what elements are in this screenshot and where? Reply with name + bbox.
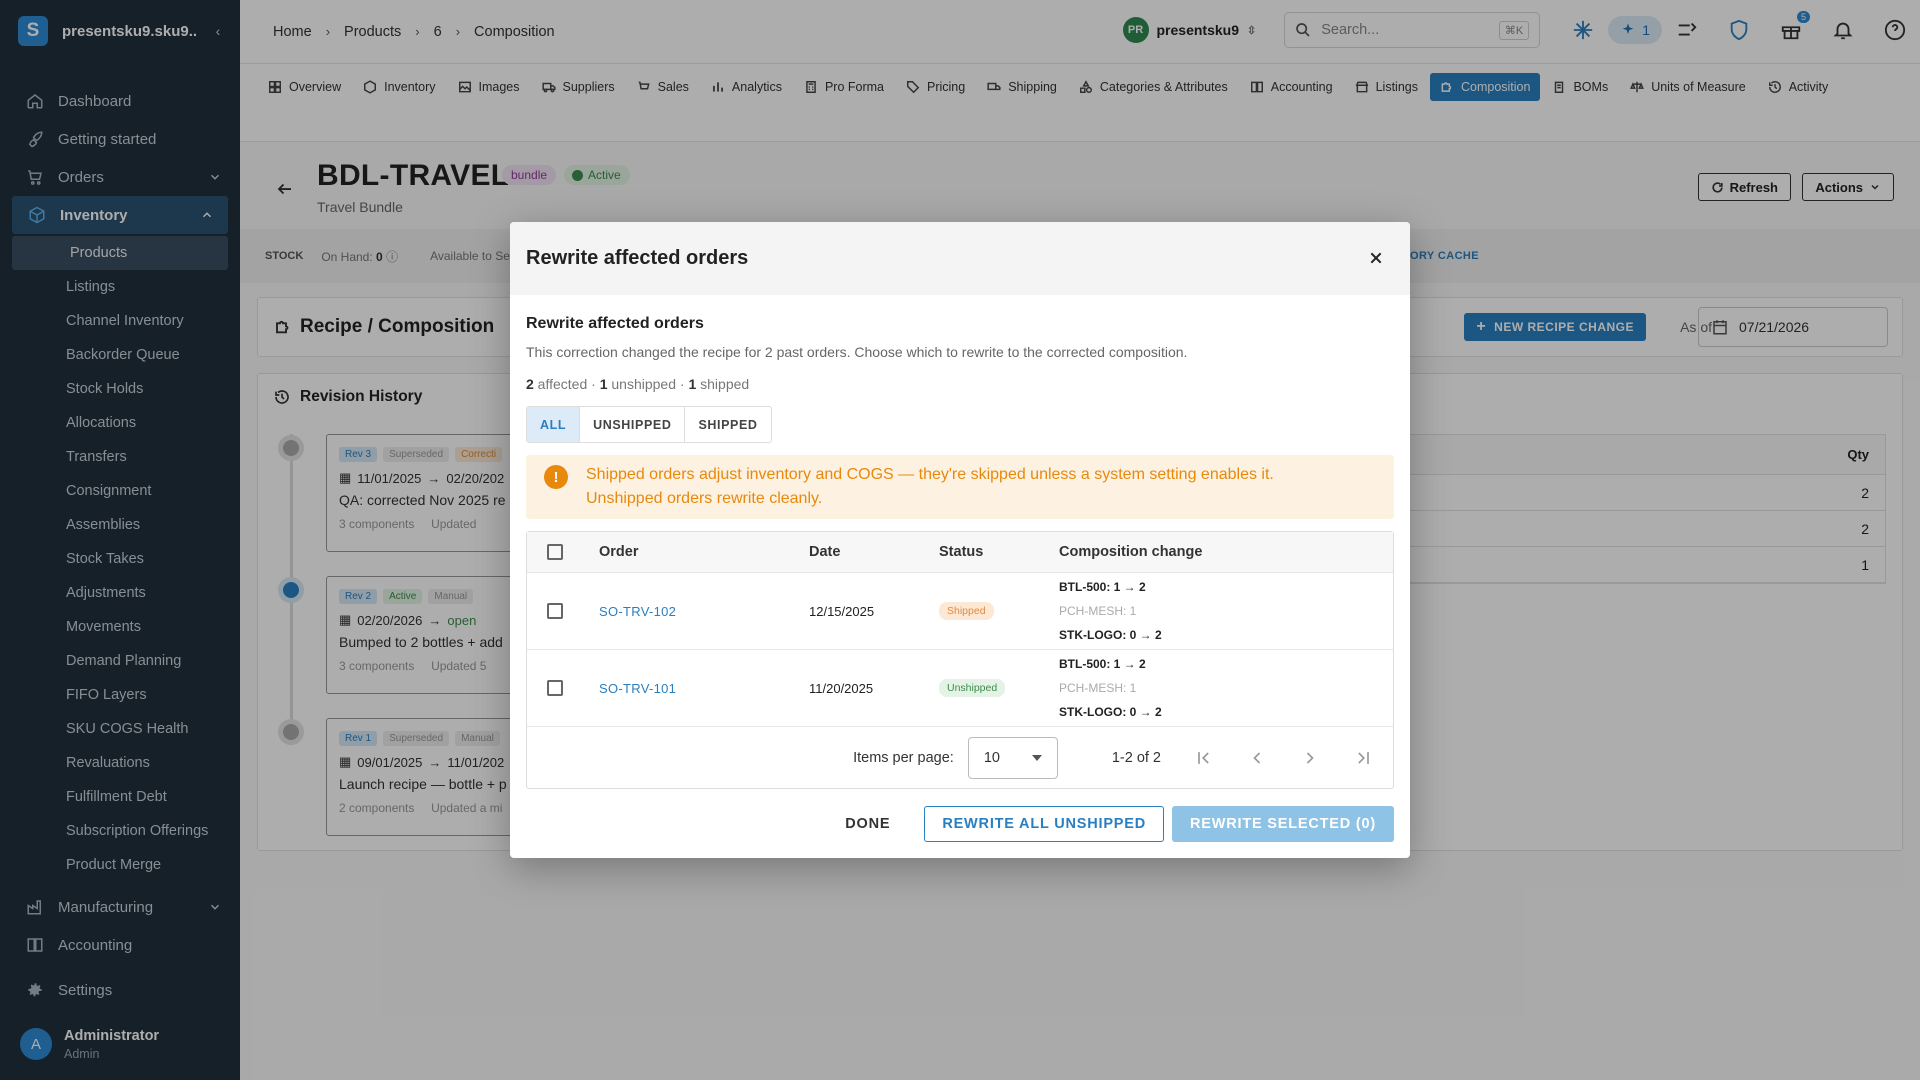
column-header-status[interactable]: Status — [939, 544, 1059, 560]
status-badge: Unshipped — [939, 679, 1006, 697]
filter-unshipped[interactable]: UNSHIPPED — [580, 407, 686, 442]
paginator: Items per page: 10 1-2 of 2 — [527, 727, 1393, 788]
order-date: 12/15/2025 — [809, 603, 875, 619]
dropdown-caret-icon — [1031, 754, 1042, 761]
filter-shipped[interactable]: SHIPPED — [685, 407, 770, 442]
dialog-title: Rewrite affected orders — [526, 247, 749, 269]
table-header: Order Date Status Composition change — [527, 532, 1393, 573]
order-date: 11/20/2025 — [809, 680, 874, 696]
composition-change-line: PCH-MESH: 1 — [1059, 604, 1137, 618]
composition-change-line: STK-LOGO: 0 → 2 — [1059, 705, 1162, 719]
previous-page-icon[interactable] — [1247, 748, 1267, 768]
column-header-date[interactable]: Date — [809, 544, 939, 560]
page-range: 1-2 of 2 — [1111, 749, 1161, 766]
last-page-icon[interactable] — [1353, 748, 1373, 768]
items-per-page-label: Items per page: — [853, 749, 954, 766]
done-button[interactable]: DONE — [827, 806, 908, 842]
warning-text: Shipped orders adjust inventory and COGS… — [586, 466, 1274, 507]
affected-counts: 2 affected · 1 unshipped · 1 shipped — [526, 376, 750, 392]
dialog-description: This correction changed the recipe for 2… — [526, 344, 1188, 360]
rewrite-selected-button[interactable]: REWRITE SELECTED (0) — [1172, 806, 1394, 842]
next-page-icon[interactable] — [1300, 748, 1320, 768]
order-link[interactable]: SO-TRV-102 — [599, 604, 676, 619]
column-header-composition-change: Composition change — [1059, 544, 1203, 560]
items-per-page-select[interactable]: 10 — [967, 736, 1058, 779]
select-all-checkbox[interactable] — [547, 544, 563, 560]
status-filter: ALL UNSHIPPED SHIPPED — [526, 406, 772, 443]
rewrite-orders-dialog: Rewrite affected orders Rewrite affected… — [510, 222, 1410, 858]
filter-all[interactable]: ALL — [527, 407, 581, 442]
shipped-warning: ! Shipped orders adjust inventory and CO… — [526, 455, 1394, 519]
row-checkbox[interactable] — [547, 603, 563, 619]
column-header-order[interactable]: Order — [599, 544, 809, 560]
composition-change-line: BTL-500: 1 → 2 — [1059, 657, 1146, 671]
close-icon[interactable] — [1368, 250, 1384, 266]
status-badge: Shipped — [939, 602, 994, 620]
affected-orders-table: Order Date Status Composition change SO-… — [526, 531, 1394, 789]
warning-icon: ! — [544, 465, 568, 489]
first-page-icon[interactable] — [1194, 748, 1214, 768]
composition-change-line: STK-LOGO: 0 → 2 — [1059, 628, 1162, 642]
composition-change-line: PCH-MESH: 1 — [1059, 681, 1137, 695]
composition-change-line: BTL-500: 1 → 2 — [1059, 580, 1146, 594]
rewrite-all-unshipped-button[interactable]: REWRITE ALL UNSHIPPED — [924, 806, 1165, 842]
table-row: SO-TRV-101 11/20/2025 Unshipped BTL-500:… — [527, 650, 1393, 727]
items-per-page-value: 10 — [983, 749, 1000, 766]
order-link[interactable]: SO-TRV-101 — [599, 681, 676, 696]
row-checkbox[interactable] — [547, 680, 563, 696]
table-row: SO-TRV-102 12/15/2025 Shipped BTL-500: 1… — [527, 573, 1393, 650]
dialog-subtitle: Rewrite affected orders — [526, 315, 704, 332]
